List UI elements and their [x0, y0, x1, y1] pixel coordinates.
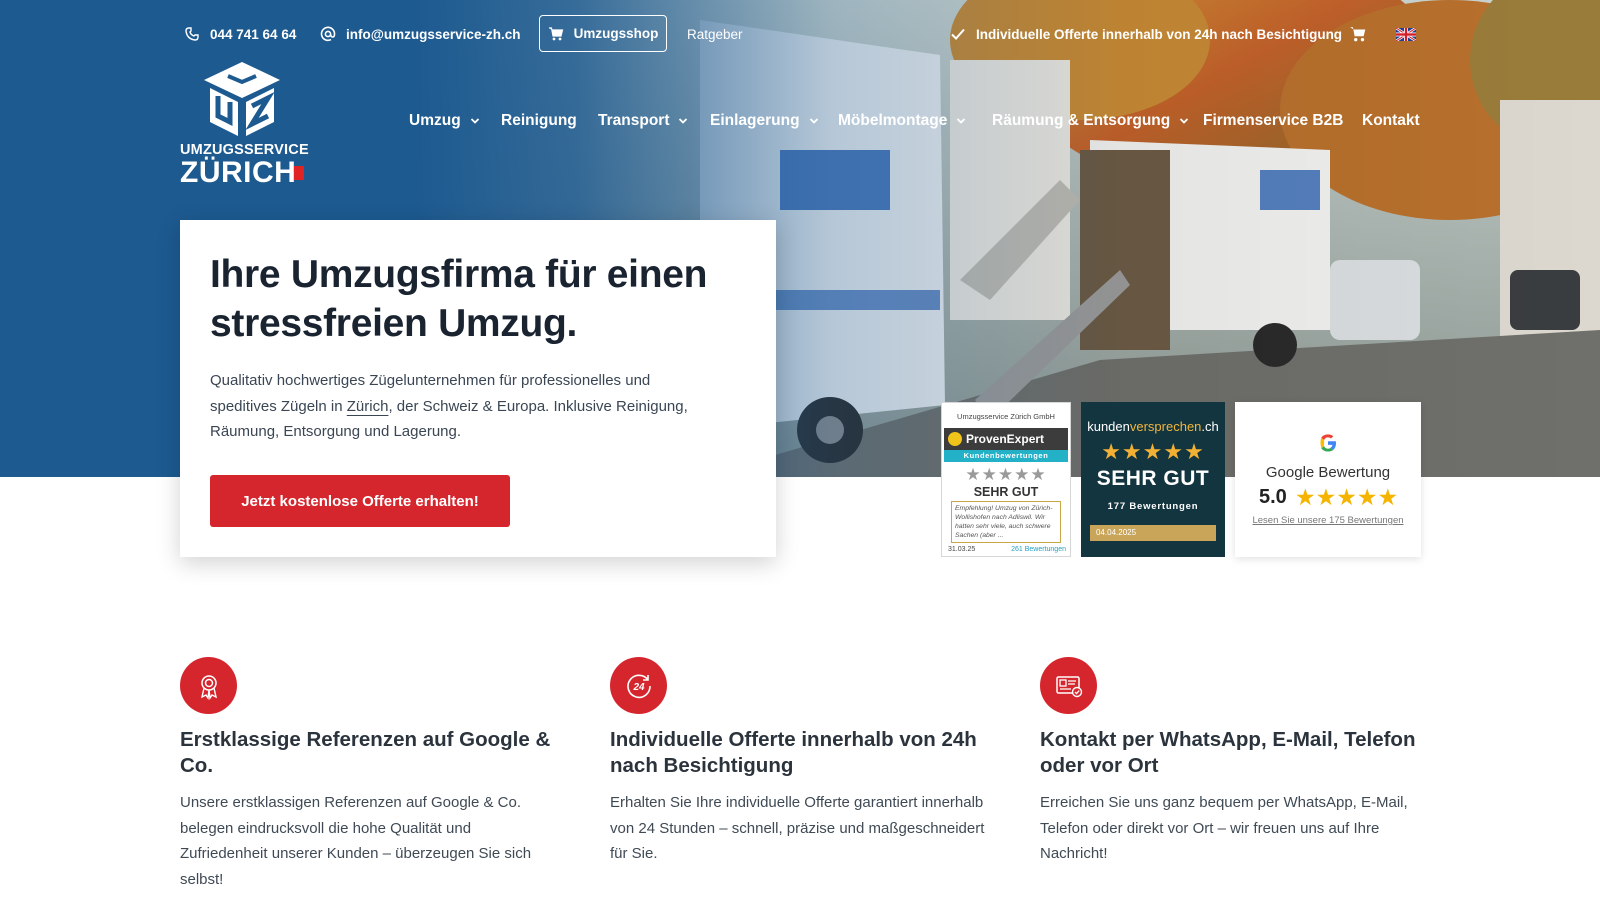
provenexpert-date: 31.03.25 — [948, 546, 976, 553]
nav-item-label: Räumung & Entsorgung — [992, 112, 1171, 129]
feature-text: Erreichen Sie uns ganz bequem per WhatsA… — [1040, 794, 1408, 862]
provenexpert-badge[interactable]: Umzugsservice Zürich GmbH ProvenExpert K… — [941, 402, 1071, 557]
uk-flag-icon — [1396, 27, 1416, 41]
contact-card-icon — [1040, 657, 1097, 714]
hero-card: Ihre Umzugsfirma für einen stressfreien … — [180, 220, 776, 557]
provenexpert-check-icon — [948, 432, 962, 446]
chevron-down-icon — [957, 118, 966, 124]
brand-part: versprechen — [1129, 419, 1202, 434]
nav-item-label: Einlagerung — [710, 112, 800, 129]
top-bar: 044 741 64 64 info@umzugsservice-zh.ch U… — [0, 0, 1600, 68]
google-icon — [1320, 434, 1336, 452]
nav-item-kontakt[interactable]: Kontakt — [1362, 108, 1420, 134]
nav-item-label: Möbelmontage — [838, 112, 948, 129]
cart-icon — [548, 26, 563, 40]
nav-item-label: Reinigung — [501, 112, 577, 129]
ratgeber-label: Ratgeber — [687, 26, 743, 42]
chevron-down-icon — [1180, 118, 1189, 124]
shop-button[interactable]: Umzugsshop — [539, 15, 667, 52]
nav-item-reinigung[interactable]: Reinigung — [501, 108, 577, 134]
provenexpert-brand: ProvenExpert — [944, 428, 1068, 450]
chevron-down-icon — [809, 118, 818, 124]
feature-text: Erhalten Sie Ihre individuelle Offerte g… — [610, 794, 985, 862]
chevron-down-icon — [679, 118, 688, 124]
nav-item-label: Firmenservice B2B — [1203, 112, 1344, 129]
award-icon — [180, 657, 237, 714]
nav-item-umzug[interactable]: Umzug — [409, 108, 480, 134]
nav-item-firmenservice[interactable]: Firmenservice B2B — [1203, 108, 1343, 134]
provenexpert-company: Umzugsservice Zürich GmbH — [957, 412, 1055, 421]
feature-text: Unsere erstklassigen Referenzen auf Goog… — [180, 794, 532, 888]
nav-item-transport[interactable]: Transport — [598, 108, 688, 134]
provenexpert-brand-label: ProvenExpert — [966, 432, 1045, 446]
phone-number: 044 741 64 64 — [210, 26, 297, 42]
svg-text:24: 24 — [632, 682, 645, 693]
kundenversprechen-rating: SEHR GUT — [1096, 467, 1210, 490]
language-switcher[interactable] — [1396, 24, 1416, 44]
brand-part: kunden — [1087, 419, 1130, 434]
hero-headline: Ihre Umzugsfirma für einen stressfreien … — [210, 253, 708, 345]
google-reviews-link[interactable]: Lesen Sie unsere 175 Bewertungen — [1235, 515, 1421, 526]
email-link[interactable]: info@umzugsservice-zh.ch — [320, 24, 520, 44]
brand-part: .ch — [1201, 419, 1219, 434]
logo-cube-icon — [204, 62, 280, 136]
logo-text-bottom: ZÜRICH — [180, 156, 297, 189]
google-rating-title: Google Bewertung — [1265, 464, 1391, 481]
nav-item-raeumung-entsorgung[interactable]: Räumung & Entsorgung — [992, 108, 1189, 134]
kundenversprechen-brand: kundenversprechen.ch — [1084, 419, 1222, 434]
shop-button-label: Umzugsshop — [573, 26, 659, 41]
24h-icon: 24 — [610, 657, 667, 714]
provenexpert-subtitle: Kundenbewertungen — [944, 450, 1068, 462]
google-stars-icon: ★★★★★ — [1295, 484, 1399, 510]
nav-item-label: Umzug — [409, 112, 461, 129]
zuerich-link[interactable]: Zürich — [347, 398, 389, 415]
offer-note-text: Individuelle Offerte innerhalb von 24h n… — [976, 26, 1343, 42]
check-icon — [951, 28, 965, 40]
ratgeber-link[interactable]: Ratgeber — [687, 24, 743, 44]
cart-icon — [1350, 27, 1366, 42]
provenexpert-rating: SEHR GUT — [973, 485, 1039, 499]
google-rating-score: 5.0 — [1259, 486, 1287, 508]
phone-link[interactable]: 044 741 64 64 — [184, 24, 296, 44]
company-logo[interactable]: UMZUGSSERVICE ZÜRICH — [180, 60, 309, 189]
cart-link[interactable] — [1349, 24, 1367, 44]
provenexpert-count[interactable]: 261 Bewertungen — [1011, 546, 1066, 553]
nav-item-label: Transport — [598, 112, 670, 129]
email-address: info@umzugsservice-zh.ch — [346, 26, 521, 42]
offer-note: Individuelle Offerte innerhalb von 24h n… — [950, 24, 1342, 44]
hero-description: Qualitativ hochwertiges Zügelunternehmen… — [210, 368, 710, 445]
nav-item-moebelmontage[interactable]: Möbelmontage — [838, 108, 966, 134]
kundenversprechen-stars-icon: ★★★★★ — [1101, 439, 1205, 464]
provenexpert-stars-icon: ★★★★★ — [965, 465, 1047, 484]
feature-title: Kontakt per WhatsApp, E-Mail, Telefon od… — [1040, 728, 1416, 777]
kundenversprechen-badge[interactable]: kundenversprechen.ch ★★★★★ SEHR GUT 177 … — [1081, 402, 1225, 557]
chevron-down-icon — [470, 118, 479, 124]
kundenversprechen-count: 177 Bewertungen — [1107, 501, 1199, 512]
at-icon — [320, 26, 336, 42]
phone-icon — [185, 27, 199, 41]
provenexpert-quote: Empfehlung! Umzug von Zürich-Wollishofen… — [951, 501, 1061, 543]
nav-item-einlagerung[interactable]: Einlagerung — [710, 108, 819, 134]
free-quote-button[interactable]: Jetzt kostenlose Offerte erhalten! — [210, 475, 510, 527]
feature-title: Erstklassige Referenzen auf Google & Co. — [180, 728, 551, 777]
nav-item-label: Kontakt — [1362, 112, 1420, 129]
feature-title: Individuelle Offerte innerhalb von 24h n… — [610, 728, 977, 777]
swiss-flag-icon — [294, 166, 304, 180]
google-rating-badge[interactable]: Google Bewertung 5.0 ★★★★★ Lesen Sie uns… — [1235, 402, 1421, 557]
kundenversprechen-date: 04.04.2025 — [1090, 525, 1216, 541]
